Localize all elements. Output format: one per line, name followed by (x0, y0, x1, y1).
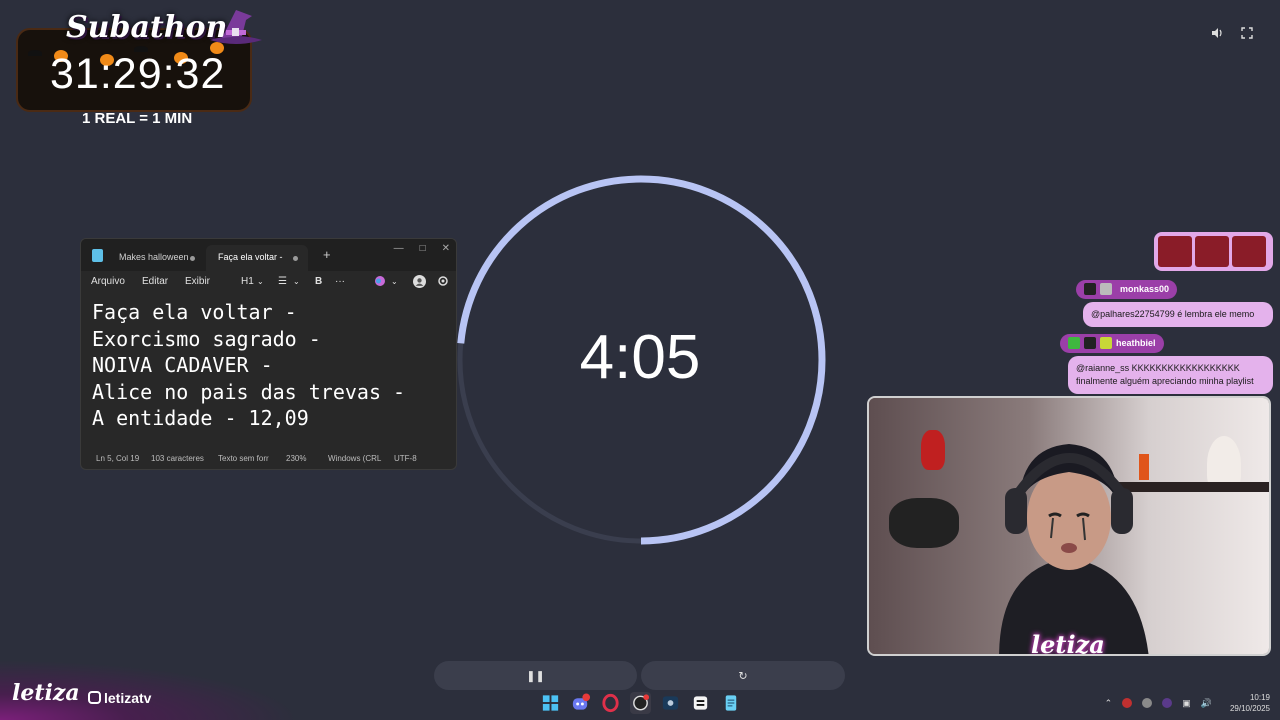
opera-icon[interactable] (600, 692, 621, 714)
windows-start-icon[interactable] (540, 692, 561, 714)
checkmark-badge-icon (1068, 337, 1080, 349)
webcam-logo: letiza (1031, 630, 1105, 656)
emote-badge-icon (1100, 283, 1112, 295)
app-tray-icon[interactable] (1142, 698, 1153, 708)
subathon-rate: 1 REAL = 1 MIN (82, 110, 193, 127)
tab-label: Makes halloween (119, 252, 189, 262)
line-ending[interactable]: Windows (CRL (328, 454, 381, 463)
zoom-level[interactable]: 230% (286, 454, 306, 463)
tray-date: 29/10/2025 (1229, 704, 1270, 713)
steam-icon[interactable] (660, 692, 681, 714)
discord-icon[interactable] (570, 692, 591, 714)
chat-username: monkass00 (1076, 280, 1178, 299)
tray-clock[interactable]: 10:19 29/10/2025 (1230, 692, 1270, 714)
emote-strip (1154, 232, 1273, 271)
chat-message: @raianne_ss KKKKKKKKKKKKKKKKKK finalment… (1068, 356, 1273, 394)
cat-badge-icon (1084, 283, 1096, 295)
menu-edit[interactable]: Editar (142, 276, 168, 287)
pause-button[interactable]: ❚❚ (434, 661, 637, 690)
countdown-display: 4:05 (579, 323, 701, 392)
chat-username: heathbiel (1060, 334, 1164, 353)
chevron-down-icon[interactable]: ⌄ (391, 277, 398, 286)
cursor-position: Ln 5, Col 19 (96, 454, 140, 463)
maximize-icon[interactable]: □ (420, 243, 426, 254)
volume-tray-icon[interactable]: 🔊 (1201, 698, 1212, 709)
char-count: 103 caracteres (151, 454, 204, 463)
chat-message: @palhares22754799 é lembra ele memo (1083, 302, 1273, 327)
witch-hat-icon (210, 10, 262, 44)
text-format[interactable]: Texto sem forr (218, 454, 269, 463)
tab-makes-halloween[interactable]: Makes halloween (107, 245, 205, 271)
account-icon[interactable] (413, 275, 426, 291)
close-icon[interactable]: ✕ (442, 243, 450, 254)
tab-faca-ela-voltar[interactable]: Faça ela voltar - (206, 245, 308, 271)
heading-dropdown[interactable]: H1 (241, 276, 254, 287)
volume-icon[interactable] (1210, 26, 1224, 40)
app-tray-icon[interactable] (1162, 698, 1173, 708)
tray-time: 10:19 (1249, 693, 1270, 702)
brand-handle: letizatv (104, 690, 152, 706)
red-decoration (921, 430, 945, 470)
notepad-taskbar-icon[interactable] (720, 692, 741, 714)
player-controls (1210, 26, 1254, 40)
notepad-content[interactable]: Faça ela voltar - Exorcismo sagrado - NO… (92, 299, 405, 432)
dark-object (889, 498, 959, 548)
cat-badge-icon (1084, 337, 1096, 349)
taskbar (540, 692, 741, 714)
obs-icon[interactable] (630, 692, 651, 714)
reset-icon: ↻ (738, 670, 748, 682)
notepad-app-icon (92, 249, 103, 262)
emote-image (1158, 236, 1192, 267)
pause-icon: ❚❚ (526, 670, 545, 682)
brand-logo: letiza (12, 680, 80, 706)
streamer-person (999, 444, 1149, 654)
window-controls: — □ ✕ (394, 243, 450, 254)
subathon-overlay: Subathon 31:29:32 1 REAL = 1 MIN (14, 6, 264, 134)
new-tab-icon[interactable]: + (323, 247, 331, 262)
unsaved-dot-icon (190, 256, 195, 261)
list-icon[interactable]: ☰ (278, 276, 287, 287)
cat-badge-icon (1100, 337, 1112, 349)
tab-label: Faça ela voltar - (218, 252, 283, 262)
bold-button[interactable]: B (315, 276, 322, 287)
emote-image (1232, 236, 1266, 267)
encoding[interactable]: UTF-8 (394, 454, 417, 463)
network-icon[interactable]: ▣ (1182, 698, 1191, 709)
menu-view[interactable]: Exibir (185, 276, 210, 287)
chevron-up-icon[interactable]: ⌃ (1105, 698, 1113, 709)
notepad-window[interactable]: Makes halloween Faça ela voltar - + — □ … (80, 238, 457, 470)
more-button[interactable]: ··· (335, 276, 345, 287)
emote-image (1195, 236, 1229, 267)
settings-gear-icon[interactable] (437, 275, 449, 290)
unsaved-dot-icon (293, 256, 298, 261)
app-tray-icon[interactable] (1122, 698, 1133, 708)
copilot-icon[interactable] (374, 275, 386, 290)
notepad-titlebar[interactable]: Makes halloween Faça ela voltar - + — □ … (81, 239, 456, 271)
notepad-menubar: Arquivo Editar Exibir H1 ⌄ ☰ ⌄ B ··· ⌄ (81, 271, 456, 295)
instagram-icon (88, 691, 101, 704)
subathon-title: Subathon (66, 10, 228, 45)
system-tray: ⌃ ▣ 🔊 10:19 29/10/2025 (1105, 692, 1270, 714)
chevron-down-icon[interactable]: ⌄ (293, 277, 300, 286)
webcam-feed: letiza (867, 396, 1271, 656)
bat-icon (28, 50, 42, 56)
minimize-icon[interactable]: — (394, 243, 404, 254)
username-text: monkass00 (1120, 284, 1170, 294)
fullscreen-icon[interactable] (1240, 26, 1254, 40)
chevron-down-icon[interactable]: ⌄ (257, 277, 264, 286)
subathon-timer: 31:29:32 (50, 50, 226, 98)
reset-button[interactable]: ↻ (641, 661, 845, 690)
notepad-statusbar: Ln 5, Col 19 103 caracteres Texto sem fo… (81, 447, 456, 469)
menu-file[interactable]: Arquivo (91, 276, 125, 287)
capcut-icon[interactable] (690, 692, 711, 714)
username-text: heathbiel (1116, 338, 1156, 348)
